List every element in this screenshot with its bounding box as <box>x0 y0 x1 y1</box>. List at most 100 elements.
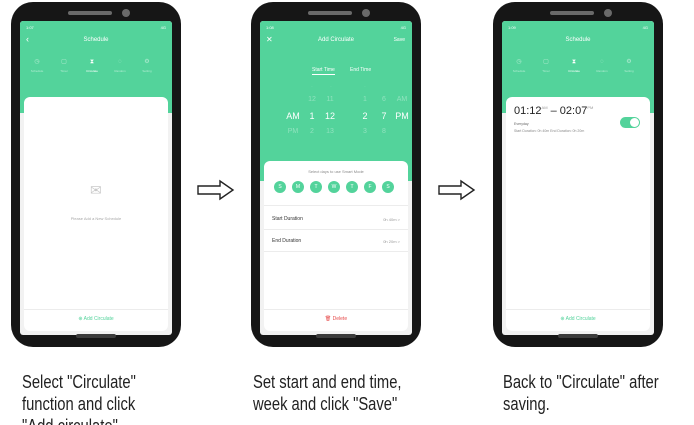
tab-schedule[interactable]: ◷ Schedule <box>24 59 50 73</box>
hourglass-icon: ⧗ <box>571 59 577 65</box>
tab-bar: ◷ Schedule ▢ Timer ⧗ Circulate ◌ Random ⚙ Set… <box>24 59 168 79</box>
caption-line: week and click "Save" <box>253 394 398 414</box>
divider <box>264 309 408 310</box>
divider <box>264 229 408 230</box>
picker-cell: · <box>364 84 366 90</box>
tab-end-time[interactable]: End Time <box>350 67 371 73</box>
picker-cell[interactable]: 12 <box>303 96 321 103</box>
phone-schedule-empty: 1:07 4G ‹ Schedule ◷ Schedule ▢ Timer ⧗ Cir… <box>11 2 181 347</box>
day-button[interactable]: T <box>346 181 358 193</box>
settings-card: Select days to use Smart Mode S M T W T … <box>264 161 408 331</box>
clock-icon: ◷ <box>516 59 522 65</box>
day-button[interactable]: W <box>328 181 340 193</box>
tab-setting[interactable]: ⚙ Setting <box>616 59 642 73</box>
home-indicator <box>558 334 598 338</box>
tab-timer[interactable]: ▢ Timer <box>533 59 559 73</box>
save-button[interactable]: Save <box>394 37 405 43</box>
enable-toggle[interactable] <box>620 117 640 128</box>
day-button[interactable]: S <box>274 181 286 193</box>
tab-schedule[interactable]: ◷ Schedule <box>506 59 532 73</box>
status-signal: 4G <box>642 25 648 30</box>
durations-text: Start Duration: 0h 40m End Duration: 0h … <box>514 129 585 133</box>
day-button[interactable]: M <box>292 181 304 193</box>
tab-random[interactable]: ◌ Random <box>107 59 133 73</box>
tab-circulate[interactable]: ⧗ Circulate <box>79 59 105 73</box>
phone-camera <box>604 9 612 17</box>
picker-cell[interactable]: PM <box>284 128 302 135</box>
end-duration-value: 0h 20m > <box>383 239 400 244</box>
tab-random[interactable]: ◌ Random <box>589 59 615 73</box>
phone-speaker <box>550 11 594 15</box>
end-ampm: PM <box>587 105 594 110</box>
picker-cell[interactable]: 8 <box>375 128 393 135</box>
picker-selected-end-hour[interactable]: 2 <box>356 111 374 121</box>
timer-icon: ▢ <box>61 59 67 65</box>
add-circulate-button[interactable]: ⊕ Add Circulate <box>24 316 168 322</box>
end-time: 02:07 <box>559 105 588 117</box>
picker-selected-ampm[interactable]: AM <box>284 111 302 121</box>
divider <box>264 205 408 206</box>
picker-cell[interactable]: 1 <box>356 96 374 103</box>
status-time: 1:07 <box>26 25 34 30</box>
day-button[interactable]: F <box>364 181 376 193</box>
delete-button[interactable]: 🗑 Delete <box>264 316 408 322</box>
picker-selected-end-minute[interactable]: 7 <box>375 111 393 121</box>
divider <box>264 251 408 252</box>
picker-cell[interactable]: 6 <box>375 96 393 103</box>
tab-setting[interactable]: ⚙ Setting <box>134 59 160 73</box>
empty-box-icon: ✉ <box>90 182 102 198</box>
arrow-icon <box>197 179 235 201</box>
screen: 1:09 4G Schedule ◷ Schedule ▢ Timer ⧗ Circu… <box>502 21 654 335</box>
phone-camera <box>122 9 130 17</box>
divider <box>506 309 650 310</box>
caption-step-1: Select "Circulate" function and click "A… <box>22 371 136 425</box>
home-indicator <box>76 334 116 338</box>
shuffle-icon: ◌ <box>600 59 604 65</box>
picker-selected-minute[interactable]: 12 <box>321 111 339 121</box>
caption-step-3: Back to "Circulate" after saving. <box>503 371 659 415</box>
repeat-text: Everyday <box>514 122 529 126</box>
picker-cell[interactable]: 2 <box>303 128 321 135</box>
trash-icon: 🗑 <box>324 316 332 322</box>
start-time: 01:12 <box>514 105 542 117</box>
time-range: 01:12AM – 02:07PM <box>514 105 593 117</box>
add-circulate-label: Add Circulate <box>83 316 114 322</box>
tab-start-time[interactable]: Start Time <box>312 67 335 75</box>
toggle-knob <box>630 118 639 127</box>
page-title: Schedule <box>565 37 591 43</box>
status-time: 1:09 <box>508 25 516 30</box>
day-button[interactable]: T <box>310 181 322 193</box>
caption-line: saving. <box>503 394 550 414</box>
tab-timer[interactable]: ▢ Timer <box>51 59 77 73</box>
screen: 1:07 4G ‹ Schedule ◷ Schedule ▢ Timer ⧗ Cir… <box>20 21 172 335</box>
picker-cell: · <box>330 84 332 90</box>
caption-line: "Add circulate" <box>22 415 136 425</box>
caption-line: Back to "Circulate" after <box>503 372 659 392</box>
status-signal: 4G <box>160 25 166 30</box>
day-button[interactable]: S <box>382 181 394 193</box>
plus-circle-icon: ⊕ <box>560 316 565 322</box>
phone-schedule-saved: 1:09 4G Schedule ◷ Schedule ▢ Timer ⧗ Circu… <box>493 2 663 347</box>
tab-circulate[interactable]: ⧗ Circulate <box>561 59 587 73</box>
phone-speaker <box>308 11 352 15</box>
screen: 1:08 4G ✕ Add Circulate Save Start Time … <box>260 21 412 335</box>
picker-cell[interactable]: AM <box>393 96 411 103</box>
add-circulate-button[interactable]: ⊕ Add Circulate <box>506 316 650 322</box>
picker-selected-end-ampm[interactable]: PM <box>393 111 411 121</box>
start-ampm: AM <box>541 105 548 110</box>
page-title: Add Circulate <box>317 37 355 43</box>
time-separator: – <box>550 105 557 117</box>
arrow-icon <box>438 179 476 201</box>
status-bar: 1:07 4G <box>26 24 166 32</box>
start-duration-value: 0h 40m > <box>383 217 400 222</box>
divider <box>24 309 168 310</box>
picker-selected-hour[interactable]: 1 <box>303 111 321 121</box>
picker-cell[interactable]: 3 <box>356 128 374 135</box>
picker-cell[interactable]: 13 <box>321 128 339 135</box>
picker-cell[interactable]: 11 <box>321 96 339 103</box>
start-duration-label: Start Duration <box>272 216 303 222</box>
empty-state-text: Please Add a New Schedule <box>70 216 122 221</box>
phone-speaker <box>68 11 112 15</box>
days-hint: Select days to use Smart Mode <box>308 169 364 174</box>
caption-line: Set start and end time, <box>253 372 402 392</box>
